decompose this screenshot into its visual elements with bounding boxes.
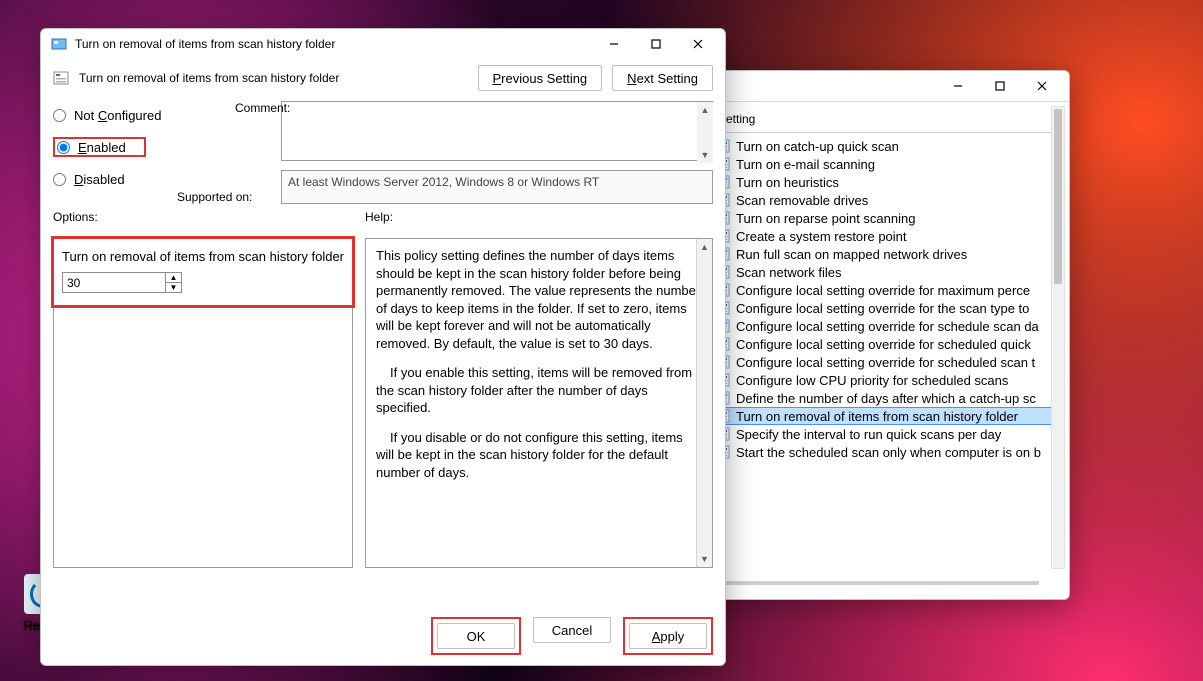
dialog-titlebar[interactable]: Turn on removal of items from scan histo… (41, 29, 725, 59)
supported-on-label: Supported on: (53, 190, 269, 204)
minimize-button[interactable] (593, 29, 635, 59)
settings-list-item[interactable]: Specify the interval to run quick scans … (712, 425, 1063, 443)
back-window-titlebar[interactable] (706, 71, 1069, 101)
settings-list-pane: Setting Turn on catch-up quick scanTurn … (706, 101, 1069, 599)
settings-list-item-label: Create a system restore point (736, 229, 907, 244)
supported-on-text: At least Windows Server 2012, Windows 8 … (281, 170, 713, 204)
dialog-subtitle: Turn on removal of items from scan histo… (79, 71, 468, 85)
cancel-button[interactable]: Cancel (533, 617, 611, 643)
radio-enabled-input[interactable] (57, 141, 70, 154)
settings-list-item-label: Turn on e-mail scanning (736, 157, 875, 172)
comment-scrollbar[interactable]: ▲▼ (697, 102, 713, 163)
radio-enabled[interactable]: Enabled (53, 137, 146, 157)
settings-list-item[interactable]: Define the number of days after which a … (712, 389, 1063, 407)
settings-list-item-label: Turn on reparse point scanning (736, 211, 915, 226)
options-label: Options: (53, 210, 353, 224)
settings-list-item[interactable]: Scan network files (712, 263, 1063, 281)
settings-list-item-label: Define the number of days after which a … (736, 391, 1036, 406)
horizontal-scrollbar[interactable] (714, 581, 1039, 585)
restore-button[interactable] (979, 71, 1021, 101)
settings-list-item[interactable]: Turn on catch-up quick scan (712, 137, 1063, 155)
policy-dialog-window: Turn on removal of items from scan histo… (40, 28, 726, 666)
help-scrollbar[interactable]: ▲▼ (696, 239, 712, 567)
restore-button[interactable] (635, 29, 677, 59)
help-paragraph: If you disable or do not configure this … (376, 429, 702, 482)
spinner-up-icon[interactable]: ▲ (165, 273, 181, 282)
apply-button[interactable]: Apply (629, 623, 707, 649)
settings-list-item-label: Configure local setting override for sch… (736, 319, 1039, 334)
help-label: Help: (365, 210, 713, 224)
settings-list-item-label: Turn on catch-up quick scan (736, 139, 899, 154)
vertical-scrollbar[interactable] (1051, 106, 1065, 569)
group-policy-list-window: can ˄ ˅ Setting Turn on catch-up quick s… (705, 70, 1070, 600)
option-single-label: Turn on removal of items from scan histo… (62, 249, 344, 264)
scroll-up-icon[interactable]: ▲ (697, 102, 713, 118)
scroll-up-icon[interactable]: ▲ (697, 239, 712, 255)
scroll-down-icon[interactable]: ▼ (697, 551, 712, 567)
settings-list-item-label: Configure local setting override for the… (736, 301, 1029, 316)
settings-list-item-label: Configure local setting override for max… (736, 283, 1030, 298)
radio-disabled-input[interactable] (53, 173, 66, 186)
next-setting-button[interactable]: Next Setting (612, 65, 713, 91)
settings-list[interactable]: Turn on catch-up quick scan Turn on e-mai… (712, 137, 1063, 461)
settings-column-header[interactable]: Setting (712, 110, 1063, 133)
settings-list-item-label: Configure low CPU priority for scheduled… (736, 373, 1008, 388)
settings-list-item[interactable]: Turn on removal of items from scan histo… (712, 407, 1063, 425)
settings-list-item-label: Configure local setting override for sch… (736, 337, 1031, 352)
settings-list-item[interactable]: Run full scan on mapped network drives (712, 245, 1063, 263)
highlight-ok-annotation: OK (431, 617, 521, 655)
settings-list-item-label: Scan removable drives (736, 193, 868, 208)
settings-list-item-label: Start the scheduled scan only when compu… (736, 445, 1041, 460)
scroll-down-icon[interactable]: ▼ (697, 147, 713, 163)
settings-list-item[interactable]: Turn on e-mail scanning (712, 155, 1063, 173)
settings-list-item[interactable]: Turn on reparse point scanning (712, 209, 1063, 227)
settings-list-item-label: Scan network files (736, 265, 842, 280)
help-pane: This policy setting defines the number o… (365, 238, 713, 568)
settings-list-item[interactable]: Configure local setting override for max… (712, 281, 1063, 299)
close-button[interactable] (677, 29, 719, 59)
help-paragraph: This policy setting defines the number o… (376, 247, 702, 352)
help-paragraph: If you enable this setting, items will b… (376, 364, 702, 417)
days-spinner[interactable]: ▲ ▼ (62, 272, 182, 293)
minimize-button[interactable] (937, 71, 979, 101)
state-radio-group: Not Configured Enabled Disabled (53, 101, 269, 204)
dialog-title: Turn on removal of items from scan histo… (75, 37, 593, 51)
spinner-down-icon[interactable]: ▼ (165, 282, 181, 292)
settings-list-item[interactable]: Configure local setting override for sch… (712, 335, 1063, 353)
settings-list-item[interactable]: Scan removable drives (712, 191, 1063, 209)
highlight-apply-annotation: Apply (623, 617, 713, 655)
settings-list-item[interactable]: Configure local setting override for sch… (712, 317, 1063, 335)
settings-list-item-label: Specify the interval to run quick scans … (736, 427, 1001, 442)
settings-list-item-label: Turn on heuristics (736, 175, 839, 190)
previous-setting-button[interactable]: Previous Setting (478, 65, 603, 91)
settings-list-item[interactable]: Configure low CPU priority for scheduled… (712, 371, 1063, 389)
options-pane: Turn on removal of items from scan histo… (53, 238, 353, 568)
settings-list-item[interactable]: Create a system restore point (712, 227, 1063, 245)
policy-app-icon (51, 36, 67, 52)
days-input[interactable] (63, 273, 165, 292)
policy-item-icon (53, 70, 69, 86)
settings-list-item-label: Turn on removal of items from scan histo… (736, 409, 1018, 424)
radio-disabled[interactable]: Disabled (53, 169, 269, 189)
settings-list-item[interactable]: Turn on heuristics (712, 173, 1063, 191)
settings-list-item[interactable]: Configure local setting override for sch… (712, 353, 1063, 371)
close-button[interactable] (1021, 71, 1063, 101)
comment-label: Comment: (235, 101, 290, 115)
settings-list-item-label: Run full scan on mapped network drives (736, 247, 967, 262)
settings-list-item[interactable]: Configure local setting override for the… (712, 299, 1063, 317)
settings-list-item-label: Configure local setting override for sch… (736, 355, 1035, 370)
radio-not-configured-input[interactable] (53, 109, 66, 122)
settings-list-item[interactable]: Start the scheduled scan only when compu… (712, 443, 1063, 461)
ok-button[interactable]: OK (437, 623, 515, 649)
comment-textarea[interactable] (281, 101, 713, 161)
